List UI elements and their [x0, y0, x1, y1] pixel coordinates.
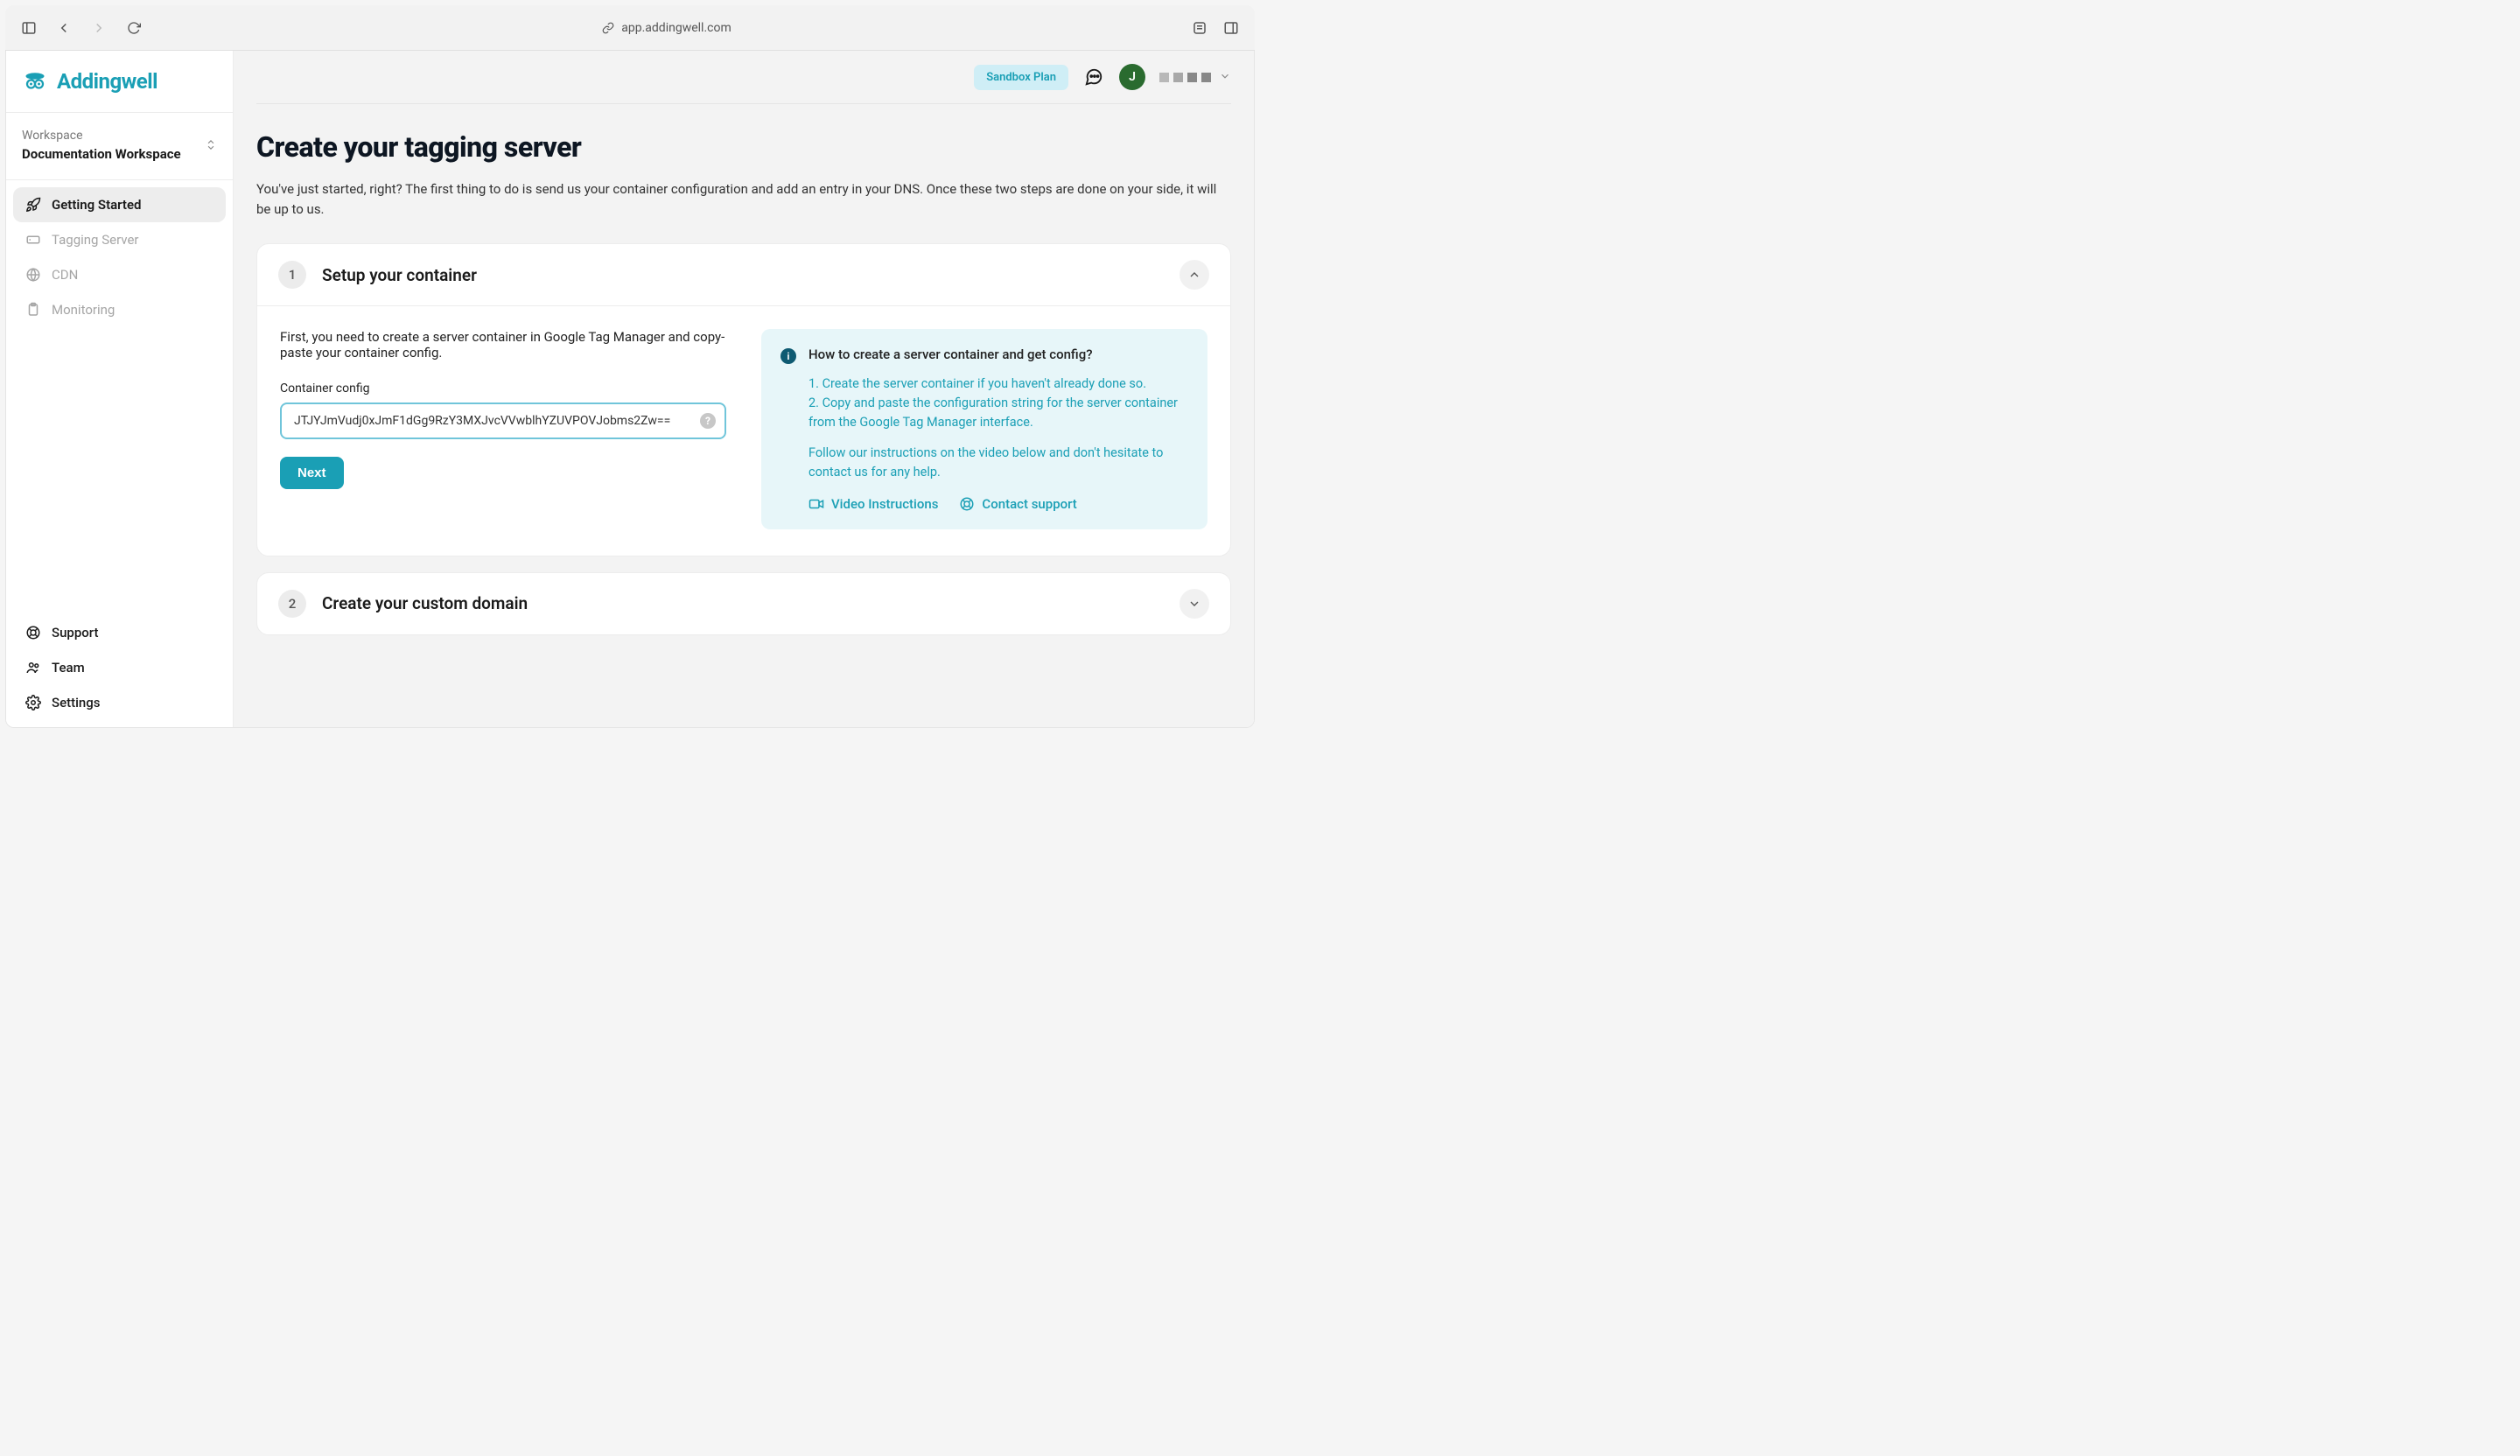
workspace-name: Documentation Workspace	[22, 146, 217, 162]
sidebar-item-label: Team	[52, 660, 85, 676]
page-description: You've just started, right? The first th…	[256, 179, 1231, 219]
avatar[interactable]: J	[1119, 64, 1145, 90]
app-shell: Addingwell Workspace Documentation Works…	[5, 51, 1255, 728]
page-content: Create your tagging server You've just s…	[234, 104, 1254, 686]
expand-button[interactable]	[1180, 589, 1209, 619]
sidebar-item-cdn[interactable]: CDN	[13, 257, 226, 292]
field-label: Container config	[280, 382, 726, 396]
info-box: i How to create a server container and g…	[761, 329, 1208, 529]
server-icon	[25, 232, 41, 248]
sidebar-item-monitoring[interactable]: Monitoring	[13, 292, 226, 327]
reader-icon[interactable]	[1192, 20, 1208, 36]
logo-icon	[22, 68, 48, 94]
sidebar-item-label: CDN	[52, 267, 78, 283]
step-number: 2	[278, 590, 306, 618]
main-content: Sandbox Plan J Create your tagging serve…	[234, 51, 1254, 727]
step-instruction: First, you need to create a server conta…	[280, 329, 726, 360]
support-icon	[25, 625, 41, 640]
chevron-down-icon	[1219, 69, 1231, 86]
step-card-2: 2 Create your custom domain	[256, 572, 1231, 635]
sidebar-toggle-icon[interactable]	[21, 20, 37, 36]
sidebar-item-support[interactable]: Support	[13, 615, 226, 650]
user-name-redacted[interactable]	[1159, 69, 1231, 86]
step-form: First, you need to create a server conta…	[280, 329, 726, 529]
next-button[interactable]: Next	[280, 457, 344, 489]
plan-badge[interactable]: Sandbox Plan	[974, 65, 1068, 90]
info-line-2: 2. Copy and paste the configuration stri…	[808, 394, 1188, 432]
link-icon	[602, 22, 614, 34]
sidebar-item-label: Support	[52, 625, 98, 640]
sidebar-logo[interactable]: Addingwell	[6, 51, 233, 113]
step-header-1[interactable]: 1 Setup your container	[257, 244, 1230, 305]
sidebar-nav: Getting Started Tagging Server CDN Monit…	[6, 180, 233, 608]
collapse-button[interactable]	[1180, 260, 1209, 290]
page-title: Create your tagging server	[256, 130, 1231, 164]
contact-support-link[interactable]: Contact support	[959, 496, 1076, 512]
tabs-icon[interactable]	[1223, 20, 1239, 36]
info-line-3: Follow our instructions on the video bel…	[808, 444, 1188, 482]
sidebar-item-settings[interactable]: Settings	[13, 685, 226, 720]
step-body-1: First, you need to create a server conta…	[257, 305, 1230, 556]
sidebar-item-label: Settings	[52, 695, 101, 710]
chrome-right-controls	[1192, 20, 1239, 36]
sidebar-item-label: Getting Started	[52, 197, 141, 213]
info-actions: Video Instructions Contact support	[780, 496, 1188, 512]
help-icon[interactable]: ?	[700, 413, 716, 429]
sidebar-item-team[interactable]: Team	[13, 650, 226, 685]
chrome-nav-controls	[21, 20, 142, 36]
video-icon	[808, 496, 824, 512]
sidebar-footer: Support Team Settings	[6, 608, 233, 727]
container-config-input[interactable]	[280, 402, 726, 439]
sidebar-item-label: Monitoring	[52, 302, 115, 318]
sidebar: Addingwell Workspace Documentation Works…	[6, 51, 234, 727]
step-number: 1	[278, 261, 306, 289]
reload-icon[interactable]	[126, 20, 142, 36]
topbar: Sandbox Plan J	[234, 51, 1254, 103]
step-card-1: 1 Setup your container First, you need t…	[256, 243, 1231, 556]
step-title: Create your custom domain	[322, 593, 1164, 613]
url-text: app.addingwell.com	[621, 21, 731, 35]
info-body: 1. Create the server container if you ha…	[780, 374, 1188, 482]
back-icon[interactable]	[56, 20, 72, 36]
rocket-icon	[25, 197, 41, 213]
chevron-up-icon	[1187, 268, 1201, 282]
sidebar-item-tagging-server[interactable]: Tagging Server	[13, 222, 226, 257]
address-bar[interactable]: app.addingwell.com	[142, 21, 1192, 35]
step-title: Setup your container	[322, 265, 1164, 285]
workspace-label: Workspace	[22, 129, 217, 143]
sidebar-item-getting-started[interactable]: Getting Started	[13, 187, 226, 222]
step-header-2[interactable]: 2 Create your custom domain	[257, 573, 1230, 634]
settings-icon	[25, 695, 41, 710]
workspace-selector[interactable]: Workspace Documentation Workspace	[6, 113, 233, 180]
info-line-1: 1. Create the server container if you ha…	[808, 374, 1188, 394]
globe-icon	[25, 267, 41, 283]
clipboard-icon	[25, 302, 41, 318]
info-icon: i	[780, 348, 796, 364]
info-title: How to create a server container and get…	[808, 346, 1093, 362]
forward-icon[interactable]	[91, 20, 107, 36]
browser-chrome: app.addingwell.com	[5, 5, 1255, 51]
video-instructions-link[interactable]: Video Instructions	[808, 496, 938, 512]
chat-icon[interactable]	[1082, 67, 1105, 87]
chevron-down-icon	[1187, 597, 1201, 611]
team-icon	[25, 660, 41, 676]
chevron-up-down-icon	[205, 138, 217, 155]
logo-text: Addingwell	[57, 69, 158, 94]
sidebar-item-label: Tagging Server	[52, 232, 139, 248]
lifebuoy-icon	[959, 496, 975, 512]
